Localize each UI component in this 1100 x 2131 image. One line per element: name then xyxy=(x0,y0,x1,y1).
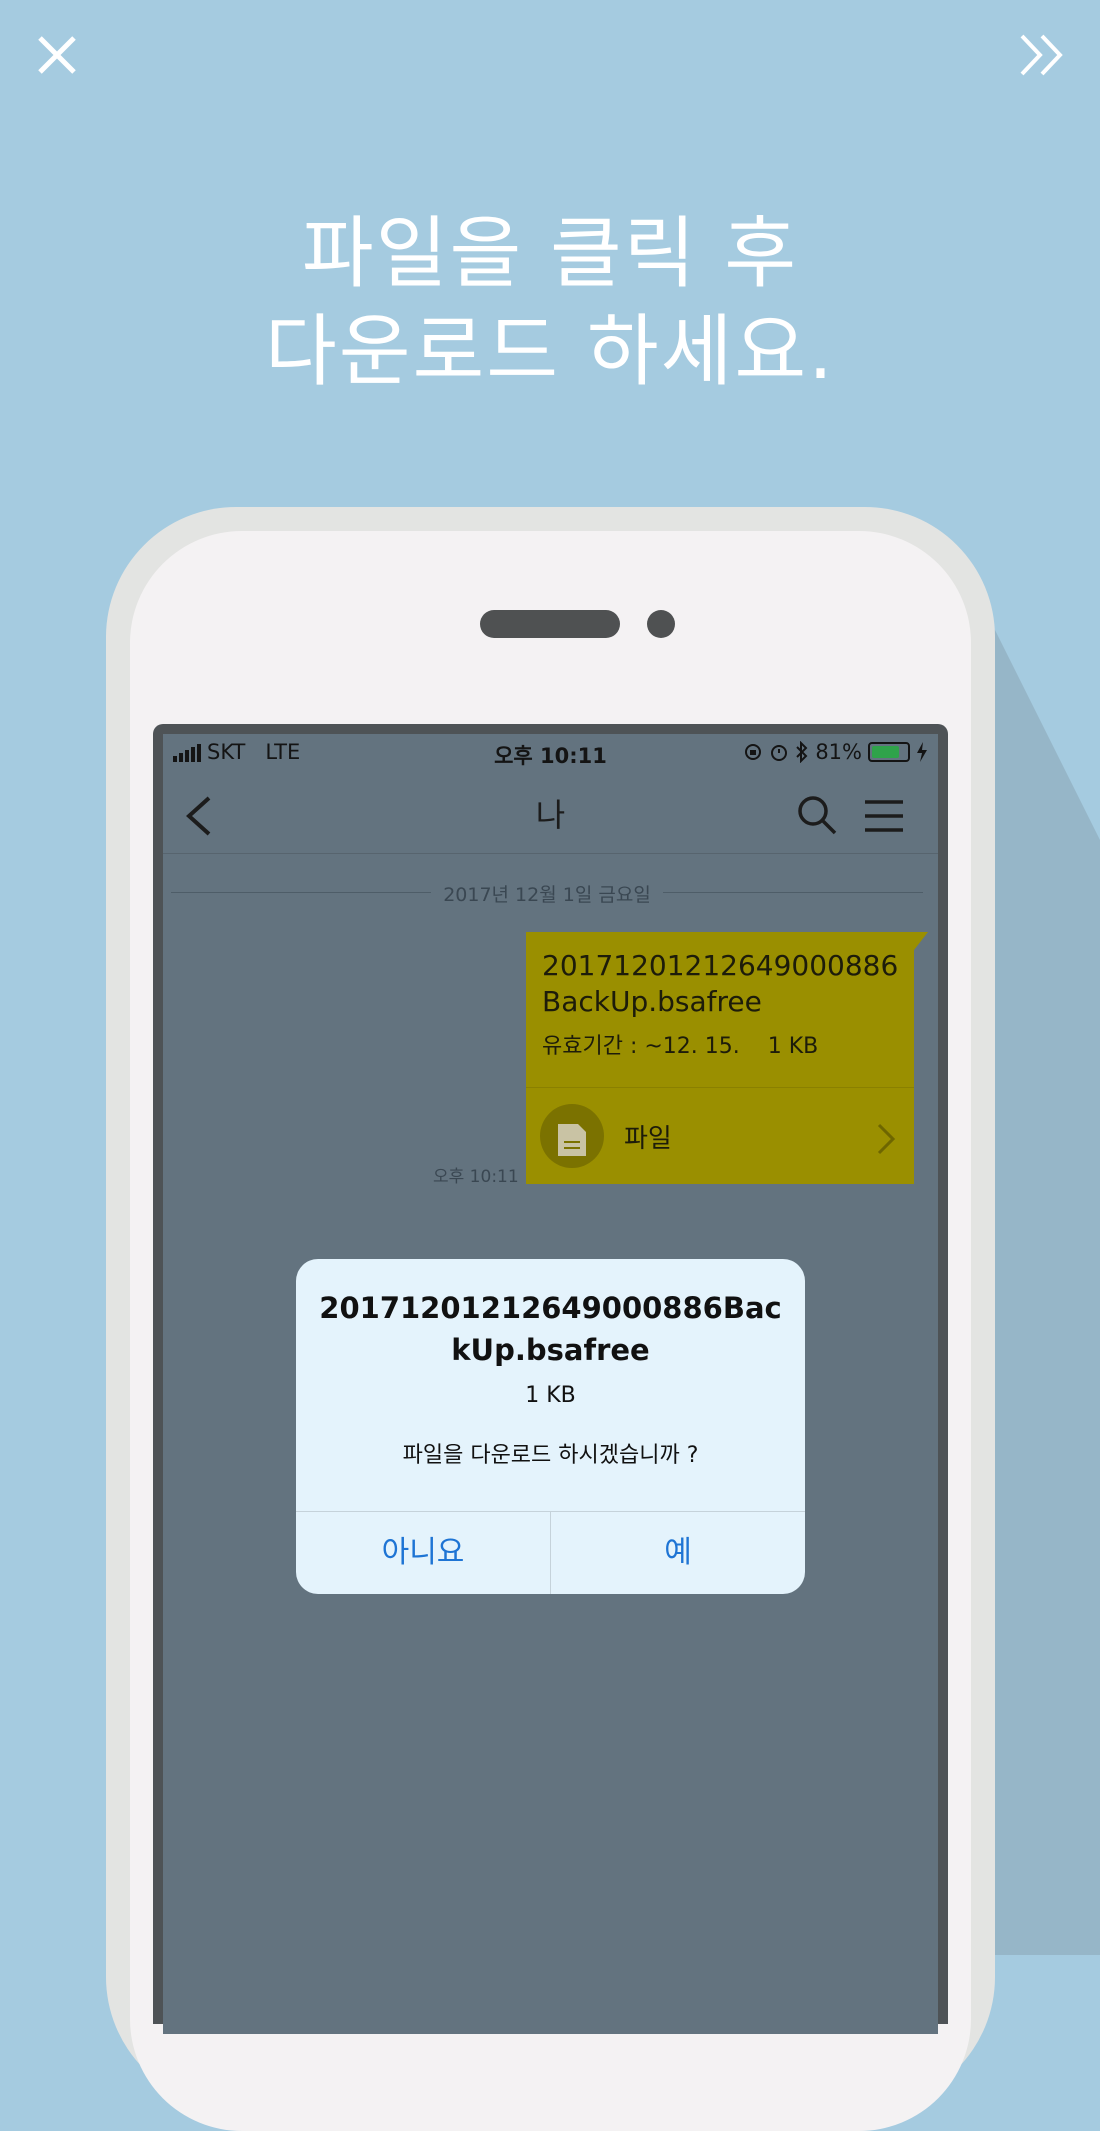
alarm-icon xyxy=(771,745,788,761)
battery-icon xyxy=(868,742,910,762)
download-dialog: 20171201212649000886Bac kUp.bsafree 1 KB… xyxy=(296,1259,805,1594)
menu-button[interactable] xyxy=(863,798,905,834)
file-message-bubble[interactable]: 20171201212649000886 BackUp.bsafree 유효기간… xyxy=(526,932,914,1184)
file-name-line-1: 20171201212649000886 xyxy=(542,949,899,982)
close-icon xyxy=(38,36,76,74)
hamburger-icon xyxy=(865,800,903,832)
dialog-title-line-1: 20171201212649000886Bac xyxy=(319,1291,782,1325)
file-name: 20171201212649000886 BackUp.bsafree xyxy=(542,948,912,1020)
file-meta: 유효기간 : ~12. 15. 1 KB xyxy=(542,1034,819,1059)
search-icon xyxy=(798,796,837,835)
date-divider: 2017년 12월 1일 금요일 xyxy=(171,880,923,906)
date-divider-label: 2017년 12월 1일 금요일 xyxy=(431,884,663,906)
bubble-tail xyxy=(914,932,928,950)
chat-navbar: 나 xyxy=(163,774,938,854)
headline-line-2: 다운로드 하세요. xyxy=(265,307,835,397)
document-icon xyxy=(558,1124,586,1156)
dialog-file-size: 1 KB xyxy=(525,1383,576,1408)
charging-icon xyxy=(917,742,927,762)
no-button[interactable]: 아니요 xyxy=(296,1512,550,1594)
close-button[interactable] xyxy=(30,28,84,82)
status-bar: SKT LTE 오후 10:11 81% xyxy=(163,734,938,770)
status-icons: 81% xyxy=(743,738,928,766)
dialog-title: 20171201212649000886Bac kUp.bsafree xyxy=(316,1287,785,1371)
search-button[interactable] xyxy=(796,794,838,836)
bluetooth-icon xyxy=(796,741,808,763)
battery-percent: 81% xyxy=(815,740,862,764)
dialog-title-line-2: kUp.bsafree xyxy=(451,1333,650,1367)
double-chevron-right-icon xyxy=(1020,34,1063,76)
chevron-right-icon xyxy=(877,1123,896,1155)
phone-speaker xyxy=(480,610,620,638)
rotation-lock-icon xyxy=(745,744,762,760)
headline-line-1: 파일을 클릭 후 xyxy=(301,209,799,299)
message-time: 오후 10:11 xyxy=(433,1167,519,1187)
skip-button[interactable] xyxy=(1016,28,1070,82)
bubble-divider xyxy=(526,1087,914,1088)
instruction-headline: 파일을 클릭 후 다운로드 하세요. xyxy=(0,205,1100,401)
file-label: 파일 xyxy=(624,1124,672,1154)
phone-screen: SKT LTE 오후 10:11 81% 나 2017년 12월 1일 금요일 … xyxy=(163,734,938,2034)
dialog-message: 파일을 다운로드 하시겠습니까 ? xyxy=(402,1443,699,1468)
navbar-divider xyxy=(163,853,938,854)
phone-camera xyxy=(647,610,675,638)
yes-button[interactable]: 예 xyxy=(551,1512,805,1594)
file-name-line-2: BackUp.bsafree xyxy=(542,985,762,1018)
